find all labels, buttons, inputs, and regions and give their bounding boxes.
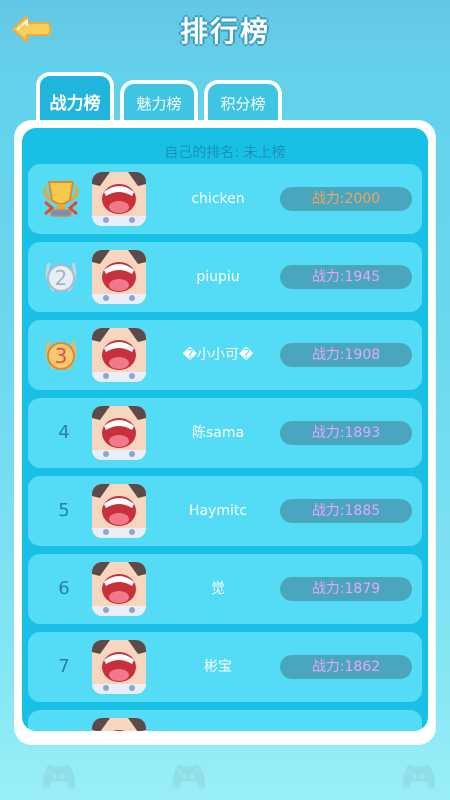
medal-rank-number: 2 (55, 266, 68, 290)
background-gamepad-icon: 🎮 (400, 760, 438, 795)
power-badge: 战力:2000 (280, 187, 412, 211)
my-rank-label: 自己的排名: 未上榜 (164, 145, 286, 161)
player-name: chicken (191, 191, 245, 207)
player-name: piupiu (196, 269, 240, 285)
avatar-face-icon (92, 328, 146, 382)
avatar[interactable] (92, 172, 146, 226)
player-name: 觉 (211, 581, 225, 597)
silver-medal-icon: 2 (42, 258, 80, 298)
player-name: �小小可� (182, 347, 254, 363)
page-title: 排行榜 (179, 15, 270, 48)
tab-score[interactable]: 积分榜 (204, 80, 282, 124)
power-badge: 战力:1908 (280, 343, 412, 367)
rank-number: 4 (58, 422, 70, 443)
avatar[interactable] (92, 484, 146, 538)
leaderboard-panel: 自己的排名: 未上榜 chicken 战力:2000 2 piupiu 战力:1… (14, 120, 436, 745)
player-name: 陈sama (191, 425, 245, 441)
background-gamepad-icon: 🎮 (170, 760, 208, 795)
avatar-face-icon (92, 406, 146, 460)
avatar-face-icon (92, 484, 146, 538)
leaderboard-list[interactable]: 自己的排名: 未上榜 chicken 战力:2000 2 piupiu 战力:1… (22, 128, 428, 731)
header-bar: 排行榜 (0, 0, 450, 62)
avatar-face-icon (92, 172, 146, 226)
leaderboard-row[interactable]: 2 piupiu 战力:1945 (28, 242, 422, 312)
avatar[interactable] (92, 562, 146, 616)
rank-number: 6 (58, 578, 70, 599)
leaderboard-row[interactable]: 3 �小小可� 战力:1908 (28, 320, 422, 390)
avatar-face-icon (92, 562, 146, 616)
avatar[interactable] (92, 250, 146, 304)
leaderboard-row[interactable]: 4 陈sama 战力:1893 (28, 398, 422, 468)
leaderboard-row-partial[interactable] (28, 710, 422, 731)
tab-power[interactable]: 战力榜 (36, 72, 114, 126)
player-name: 彬宝 (204, 659, 232, 675)
background-gamepad-icon: 🎮 (40, 760, 78, 795)
power-badge: 战力:1893 (280, 421, 412, 445)
rank-number: 7 (58, 656, 70, 677)
power-badge: 战力:1885 (280, 499, 412, 523)
power-badge: 战力:1862 (280, 655, 412, 679)
leaderboard-row[interactable]: 7 彬宝 战力:1862 (28, 632, 422, 702)
tab-charm[interactable]: 魅力榜 (120, 80, 198, 124)
medal-rank-number: 3 (55, 344, 68, 368)
avatar[interactable] (92, 640, 146, 694)
avatar-face-icon (92, 718, 146, 731)
avatar-face-icon (92, 640, 146, 694)
bronze-medal-icon: 3 (42, 336, 80, 376)
power-badge: 战力:1945 (280, 265, 412, 289)
tab-label: 战力榜 (49, 94, 101, 114)
avatar[interactable] (92, 328, 146, 382)
avatar[interactable] (92, 718, 146, 731)
power-badge: 战力:1879 (280, 577, 412, 601)
avatar[interactable] (92, 406, 146, 460)
gold-trophy-icon (42, 180, 80, 220)
rank-number: 5 (58, 500, 70, 521)
leaderboard-row[interactable]: 5 Haymitc 战力:1885 (28, 476, 422, 546)
leaderboard-row[interactable]: 6 觉 战力:1879 (28, 554, 422, 624)
tab-label: 积分榜 (220, 95, 266, 113)
tab-label: 魅力榜 (136, 95, 182, 113)
player-name: Haymitc (188, 503, 248, 519)
avatar-face-icon (92, 250, 146, 304)
leaderboard-row[interactable]: chicken 战力:2000 (28, 164, 422, 234)
